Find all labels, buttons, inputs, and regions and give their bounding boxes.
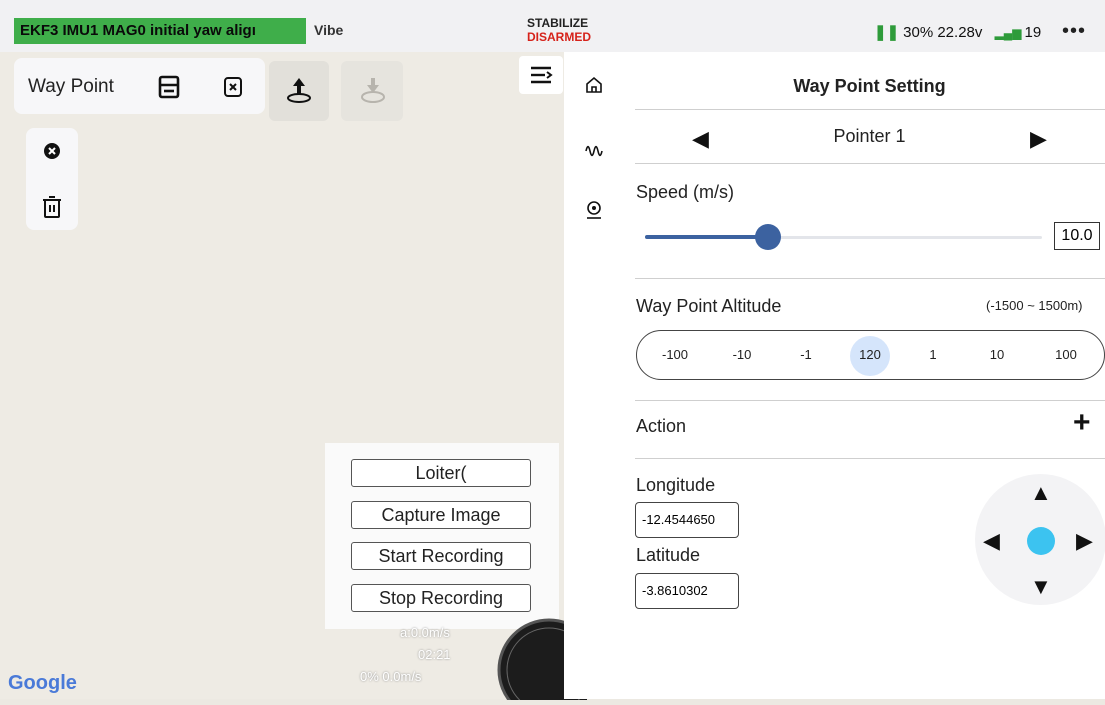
hud-bottom-readout: 0% 0.0m/s <box>360 669 421 684</box>
action-label: Action <box>636 416 687 436</box>
menu-button[interactable] <box>519 56 563 94</box>
location-icon[interactable] <box>583 199 605 223</box>
divider <box>635 400 1105 401</box>
latitude-label: Latitude <box>636 545 701 565</box>
google-logo: Google <box>8 672 77 695</box>
waveform-icon[interactable] <box>583 138 605 160</box>
left-arrow-icon[interactable]: ◀ <box>983 528 1000 554</box>
hud-time: 02:21 <box>418 647 451 662</box>
toolbar-title: Way Point <box>28 76 114 97</box>
right-arrow-icon[interactable]: ▶ <box>1030 126 1047 152</box>
upload-icon <box>284 74 314 106</box>
attribution-text: Google <box>8 672 77 694</box>
trash-icon[interactable] <box>40 194 64 220</box>
speed-value-field[interactable]: 10.0 <box>1054 222 1100 250</box>
status-message: EKF3 IMU1 MAG0 initial yaw aligı <box>14 18 306 44</box>
add-action-button[interactable]: + <box>1073 408 1091 438</box>
down-arrow-icon[interactable]: ▼ <box>1030 574 1052 600</box>
altitude-option[interactable]: -1 <box>786 347 826 362</box>
battery-percent: 30% <box>903 24 934 41</box>
altitude-option[interactable]: 10 <box>977 347 1017 362</box>
battery-icon: ❚❚ <box>874 24 900 41</box>
altitude-option[interactable]: 120 <box>850 347 890 362</box>
divider <box>635 278 1105 279</box>
hud-percent: 0% <box>360 669 379 684</box>
more-options-button[interactable]: ••• <box>1062 20 1086 43</box>
vehicle-name: Vibe <box>314 22 344 38</box>
longitude-label: Longitude <box>636 475 716 495</box>
home-icon[interactable] <box>583 74 605 96</box>
divider <box>635 109 1105 110</box>
latitude-field[interactable]: -3.8610302 <box>635 573 739 609</box>
speed-label: Speed (m/s) <box>636 182 735 202</box>
download-icon <box>358 74 388 106</box>
divider <box>635 163 1105 164</box>
hud-vspeed: 0.0m/s <box>382 669 422 684</box>
panel-title: Way Point Setting <box>793 76 946 96</box>
altitude-option[interactable]: 100 <box>1046 347 1086 362</box>
action-loiter[interactable]: Loiter( <box>351 459 531 487</box>
altitude-range: (-1500 ~ 1500m) <box>986 298 1083 313</box>
signal-icon: ▂▄▆ <box>994 26 1022 40</box>
speed-slider-fill <box>645 235 768 239</box>
dpad-center-button[interactable] <box>1027 527 1055 555</box>
cancel-icon[interactable] <box>43 142 61 160</box>
telemetry-readout: ❚❚ 30% 22.28v ▂▄▆ 19 <box>874 23 1041 41</box>
longitude-field[interactable]: -12.4544650 <box>635 502 739 538</box>
satellite-count: 19 <box>1024 24 1042 41</box>
save-icon[interactable] <box>156 74 182 100</box>
action-capture-image[interactable]: Capture Image <box>351 501 531 529</box>
mode-label: STABILIZE <box>527 16 589 30</box>
altitude-option[interactable]: -100 <box>655 347 695 362</box>
voltage: 22.28v <box>937 24 983 41</box>
right-arrow-icon[interactable]: ▶ <box>1076 528 1093 554</box>
menu-icon <box>531 66 553 84</box>
hud-speed: a:0.0m/s <box>400 625 450 640</box>
close-file-icon[interactable] <box>220 74 246 100</box>
up-arrow-icon[interactable]: ▲ <box>1030 480 1052 506</box>
divider <box>635 458 1105 459</box>
arm-state: DISARMED <box>527 30 592 44</box>
action-start-recording[interactable]: Start Recording <box>351 542 531 570</box>
altitude-option[interactable]: -10 <box>722 347 762 362</box>
altitude-label: Way Point Altitude <box>636 296 782 316</box>
speed-slider-thumb[interactable] <box>755 224 781 250</box>
flight-mode[interactable]: STABILIZE DISARMED <box>527 16 591 44</box>
altitude-option[interactable]: 1 <box>913 347 953 362</box>
